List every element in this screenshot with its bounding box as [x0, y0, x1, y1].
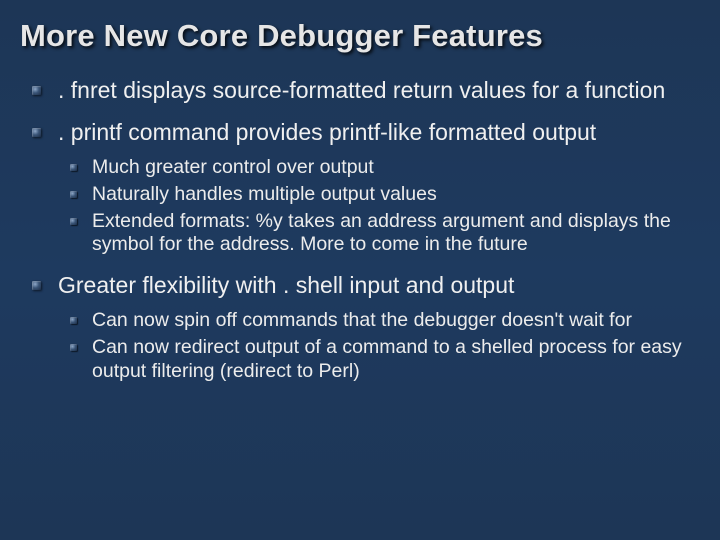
list-item: Greater flexibility with . shell input a… [26, 271, 694, 383]
bullet-text: Can now redirect output of a command to … [92, 336, 682, 382]
sub-bullet-list: Can now spin off commands that the debug… [66, 309, 694, 383]
slide-title: More New Core Debugger Features [20, 18, 694, 54]
list-item: Naturally handles multiple output values [66, 183, 694, 207]
bullet-text: Can now spin off commands that the debug… [92, 309, 632, 331]
bullet-text: Naturally handles multiple output values [92, 183, 437, 205]
list-item: Much greater control over output [66, 156, 694, 180]
list-item: Can now spin off commands that the debug… [66, 309, 694, 333]
list-item: . fnret displays source-formatted return… [26, 76, 694, 104]
bullet-text: Extended formats: %y takes an address ar… [92, 210, 671, 256]
list-item: . printf command provides printf-like fo… [26, 118, 694, 257]
list-item: Can now redirect output of a command to … [66, 336, 694, 384]
bullet-text: Much greater control over output [92, 156, 374, 178]
bullet-text: . fnret displays source-formatted return… [58, 77, 665, 103]
sub-bullet-list: Much greater control over output Natural… [66, 156, 694, 257]
list-item: Extended formats: %y takes an address ar… [66, 210, 694, 258]
bullet-text: . printf command provides printf-like fo… [58, 119, 596, 145]
bullet-list: . fnret displays source-formatted return… [26, 76, 694, 384]
bullet-text: Greater flexibility with . shell input a… [58, 272, 514, 298]
